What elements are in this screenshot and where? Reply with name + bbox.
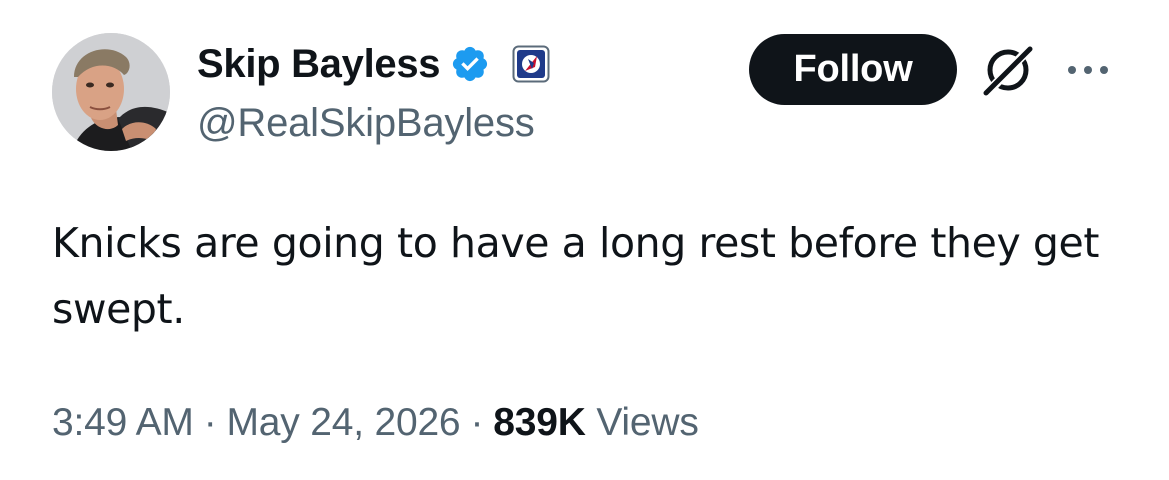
tweet-time-link[interactable]: 3:49 AM <box>52 401 194 444</box>
avatar-photo-icon <box>52 33 170 151</box>
views-count[interactable]: 839K <box>493 401 586 444</box>
affiliate-badge-icon[interactable] <box>512 45 550 83</box>
author-handle[interactable]: @RealSkipBayless <box>197 98 535 148</box>
grok-icon[interactable] <box>982 44 1034 96</box>
meta-separator: · <box>203 401 217 444</box>
tweet-date-link[interactable]: May 24, 2026 <box>227 401 461 444</box>
avatar[interactable] <box>52 33 170 151</box>
more-options-icon[interactable] <box>1064 60 1112 80</box>
views-label[interactable]: Views <box>596 401 699 444</box>
author-display-name[interactable]: Skip Bayless <box>197 38 441 90</box>
tweet-text: Knicks are going to have a long rest bef… <box>52 219 1100 333</box>
author-name-row: Skip Bayless <box>197 38 550 90</box>
verified-badge-icon[interactable] <box>450 44 490 84</box>
follow-button[interactable]: Follow <box>749 34 957 105</box>
meta-separator: · <box>470 401 484 444</box>
tweet-meta: 3:49 AM · May 24, 2026 · 839K Views <box>52 398 699 448</box>
tweet-card: Skip Bayless @RealSkipBayless Follow Kni… <box>0 0 1169 480</box>
